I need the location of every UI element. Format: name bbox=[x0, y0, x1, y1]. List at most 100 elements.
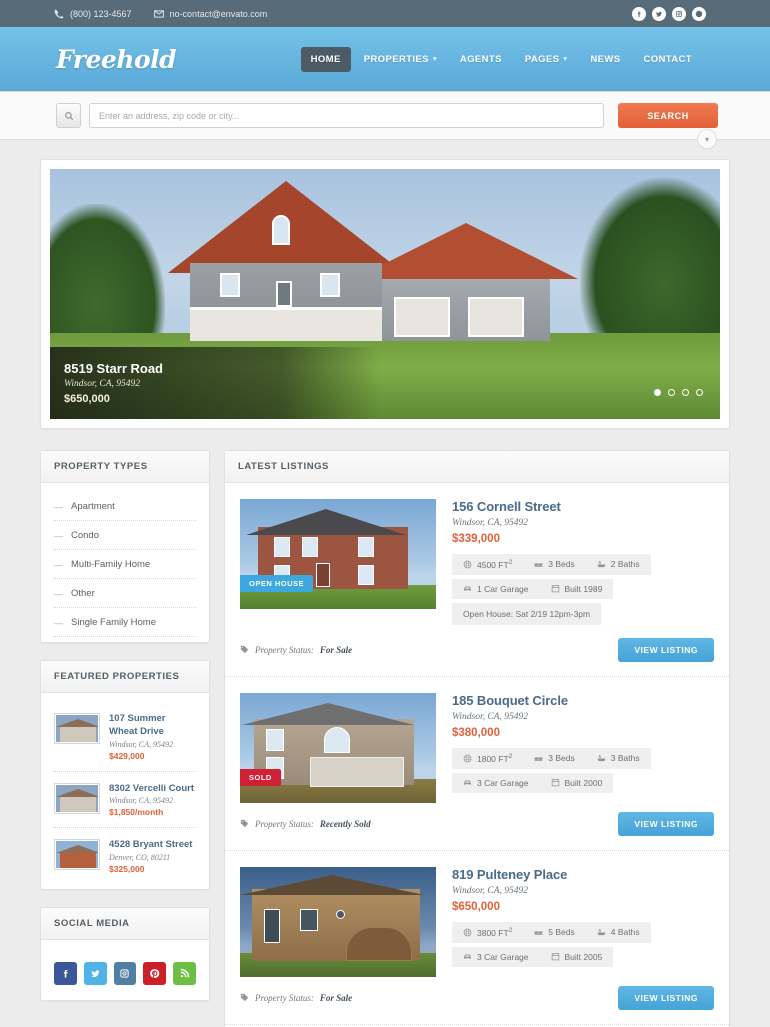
property-types-list: — Apartment — Condo — Multi-Family Home … bbox=[41, 483, 209, 642]
nav-item-agents[interactable]: AGENTS bbox=[450, 47, 512, 72]
list-item[interactable]: 4528 Bryant Street Denver, CO, 80211 $32… bbox=[54, 828, 196, 884]
nav-label: AGENTS bbox=[459, 53, 502, 65]
facebook-icon[interactable] bbox=[54, 962, 77, 986]
listing-area-value: 1800 FT bbox=[477, 753, 509, 764]
dash-icon: — bbox=[54, 588, 63, 599]
listing-area-value: 3800 FT bbox=[477, 927, 509, 938]
phone-contact[interactable]: (800) 123-4567 bbox=[54, 9, 132, 19]
search-input[interactable] bbox=[89, 103, 604, 128]
listing-price: $650,000 bbox=[452, 900, 500, 913]
email-address: no-contact@envato.com bbox=[169, 8, 268, 19]
view-listing-button[interactable]: VIEW LISTING bbox=[618, 985, 714, 1010]
instagram-icon[interactable] bbox=[113, 962, 137, 986]
listing-row: OPEN HOUSE 156 Cornell Street Windsor, C… bbox=[225, 483, 729, 677]
listing-row: SOLD 185 Bouquet Circle Windsor, CA, 954… bbox=[225, 677, 729, 851]
tree-left bbox=[50, 204, 165, 349]
search-controls: SEARCH bbox=[56, 103, 718, 128]
property-type-label: Multi-Family Home bbox=[71, 559, 151, 570]
search-button[interactable]: SEARCH bbox=[618, 103, 718, 128]
hero-property-image[interactable]: 8519 Starr Road Windsor, CA, 95492 $650,… bbox=[50, 169, 720, 419]
sidebar: PROPERTY TYPES — Apartment — Condo — Mul… bbox=[40, 450, 210, 1018]
property-search-bar: SEARCH ▾ bbox=[0, 92, 770, 149]
listing-footer: Property Status: Recently Sold VIEW LIST… bbox=[240, 803, 714, 850]
slider-dot-4[interactable] bbox=[696, 389, 703, 396]
calendar-icon bbox=[551, 953, 559, 961]
search-icon-button[interactable] bbox=[56, 103, 81, 128]
calendar-icon bbox=[551, 585, 559, 593]
view-listing-button[interactable]: VIEW LISTING bbox=[618, 811, 714, 836]
property-type-condo[interactable]: — Condo bbox=[54, 521, 196, 550]
listing-location: Windsor, CA, 95492 bbox=[452, 518, 529, 528]
featured-property-name[interactable]: 4528 Bryant Street bbox=[109, 839, 196, 852]
property-type-single-family-home[interactable]: — Single Family Home bbox=[54, 608, 196, 637]
nav-item-contact[interactable]: CONTACT bbox=[633, 47, 702, 72]
property-thumbnail bbox=[54, 782, 100, 814]
twitter-icon[interactable] bbox=[652, 6, 666, 21]
property-type-multi-family-home[interactable]: — Multi-Family Home bbox=[54, 550, 196, 579]
nav-item-pages[interactable]: PAGES ▾ bbox=[515, 47, 577, 72]
twitter-icon[interactable] bbox=[83, 962, 107, 986]
site-logo[interactable]: Freehold bbox=[56, 45, 177, 74]
listing-beds-value: 3 Beds bbox=[548, 559, 575, 570]
featured-property-name[interactable]: 107 Summer Wheat Drive bbox=[109, 713, 196, 739]
nav-item-news[interactable]: NEWS bbox=[580, 47, 630, 72]
listing-garage: 3 Car Garage bbox=[452, 778, 540, 788]
property-type-other[interactable]: — Other bbox=[54, 579, 196, 608]
listing-media bbox=[240, 866, 436, 977]
featured-properties-panel: FEATURED PROPERTIES 107 Summer Wheat Dri… bbox=[40, 660, 210, 891]
listing-title[interactable]: 819 Pulteney Place bbox=[452, 867, 714, 882]
listing-image[interactable]: SOLD bbox=[240, 692, 436, 803]
featured-property-name[interactable]: 8302 Vercelli Court bbox=[109, 783, 196, 796]
slider-pagination bbox=[654, 389, 703, 396]
hero-caption: 8519 Starr Road Windsor, CA, 95492 $650,… bbox=[50, 347, 380, 419]
status-badge: OPEN HOUSE bbox=[240, 575, 314, 592]
social-media-list bbox=[41, 940, 209, 1000]
listing-title[interactable]: 185 Bouquet Circle bbox=[452, 693, 714, 708]
advanced-search-toggle[interactable]: ▾ bbox=[697, 129, 717, 149]
featured-properties-list: 107 Summer Wheat Drive Windsor, CA, 9549… bbox=[41, 693, 209, 889]
instagram-icon[interactable] bbox=[672, 6, 686, 21]
list-item[interactable]: 107 Summer Wheat Drive Windsor, CA, 9549… bbox=[54, 702, 196, 772]
listing-image[interactable] bbox=[240, 866, 436, 977]
rss-icon[interactable] bbox=[173, 962, 196, 986]
area-icon bbox=[463, 560, 472, 569]
featured-property-location: Windsor, CA, 95492 bbox=[109, 796, 174, 806]
main-navigation: HOME PROPERTIES ▾ AGENTS PAGES ▾ NEWS CO… bbox=[300, 46, 702, 72]
status-value: For Sale bbox=[319, 644, 353, 655]
slider-dot-2[interactable] bbox=[668, 389, 675, 396]
main-content: LATEST LISTINGS OPEN HOUSE 156 Cornell S… bbox=[224, 450, 730, 1027]
hero-slider: 8519 Starr Road Windsor, CA, 95492 $650,… bbox=[40, 159, 730, 429]
featured-property-price: $429,000 bbox=[109, 750, 145, 761]
hero-title: 8519 Starr Road bbox=[64, 361, 163, 376]
status-label: Property Status: bbox=[255, 818, 314, 829]
nav-item-properties[interactable]: PROPERTIES ▾ bbox=[354, 47, 447, 72]
listing-image[interactable]: OPEN HOUSE bbox=[240, 499, 436, 609]
list-item[interactable]: 8302 Vercelli Court Windsor, CA, 95492 $… bbox=[54, 772, 196, 829]
nav-label: HOME bbox=[310, 53, 341, 65]
listing-area: 1800 FT2 bbox=[452, 753, 523, 764]
property-type-label: Single Family Home bbox=[71, 617, 156, 628]
property-type-apartment[interactable]: — Apartment bbox=[54, 492, 196, 521]
pinterest-icon[interactable] bbox=[143, 962, 167, 986]
phone-number: (800) 123-4567 bbox=[70, 8, 132, 19]
latest-listings-panel: LATEST LISTINGS OPEN HOUSE 156 Cornell S… bbox=[224, 450, 730, 1027]
facebook-icon[interactable] bbox=[632, 6, 646, 21]
slider-dot-1[interactable] bbox=[654, 389, 661, 396]
listing-info: 185 Bouquet Circle Windsor, CA, 95492 $3… bbox=[436, 693, 714, 803]
slider-dot-3[interactable] bbox=[682, 389, 689, 396]
property-type-label: Apartment bbox=[71, 501, 115, 512]
listing-built-value: Built 2000 bbox=[564, 777, 603, 788]
bath-icon bbox=[597, 928, 605, 935]
listing-built: Built 2005 bbox=[540, 952, 614, 962]
listing-title[interactable]: 156 Cornell Street bbox=[452, 499, 714, 514]
dribbble-icon[interactable] bbox=[692, 6, 706, 21]
bath-icon bbox=[597, 754, 605, 761]
property-thumbnail bbox=[54, 713, 100, 744]
nav-item-home[interactable]: HOME bbox=[300, 46, 351, 72]
view-listing-button[interactable]: VIEW LISTING bbox=[618, 637, 714, 662]
email-contact[interactable]: no-contact@envato.com bbox=[153, 8, 268, 19]
status-value: Recently Sold bbox=[319, 818, 371, 829]
house-illustration bbox=[168, 181, 578, 341]
listing-beds-value: 5 Beds bbox=[548, 927, 575, 938]
tree-right bbox=[580, 178, 720, 353]
